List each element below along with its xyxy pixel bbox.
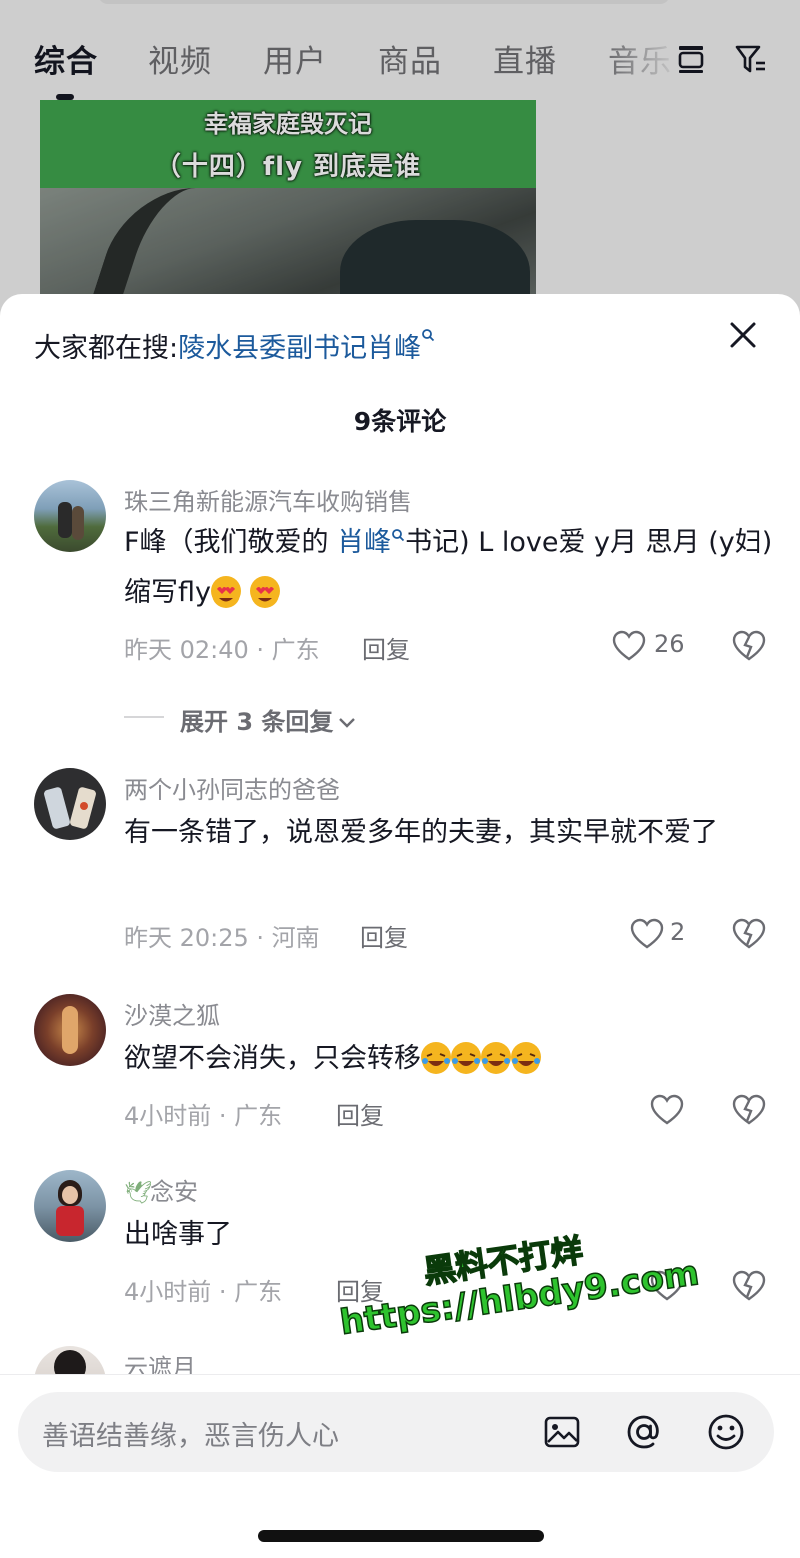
comment-time-location: 4小时前 · 广东	[124, 1102, 283, 1130]
hot-search-bar[interactable]: 大家都在搜:陵水县委副书记肖峰	[34, 326, 435, 365]
comment-text-part: 欲望不会消失，只会转移	[124, 1043, 421, 1074]
comment-text: F峰（我们敬爱的 肖峰 书记) L love爱 y月 思月 (y妇) 缩写fly	[124, 518, 774, 618]
comment-time-location: 昨天 20:25 · 河南	[124, 924, 320, 952]
reply-button[interactable]: 回复	[336, 1096, 384, 1131]
expand-label-text: 展开 3 条回复	[180, 708, 334, 736]
heart-icon[interactable]	[612, 630, 646, 662]
like-count: 2	[670, 918, 686, 946]
avatar[interactable]	[34, 994, 106, 1066]
broken-heart-icon[interactable]	[732, 630, 766, 662]
hot-search-prefix: 大家都在搜:	[34, 333, 179, 364]
heart-icon[interactable]	[650, 1094, 684, 1126]
broken-heart-icon[interactable]	[732, 1094, 766, 1126]
reply-button[interactable]: 回复	[360, 918, 408, 953]
comment-username[interactable]: 🕊念安	[124, 1172, 198, 1207]
dove-icon: 🕊	[124, 1181, 152, 1206]
comment-input[interactable]: 善语结善缘，恶言伤人心	[18, 1392, 774, 1472]
divider	[124, 716, 164, 718]
broken-heart-icon[interactable]	[732, 918, 766, 950]
comment-sheet: 大家都在搜:陵水县委副书记肖峰 9条评论 珠三角新能源汽车收购销售 F峰（我们敬…	[0, 294, 800, 1558]
comment-text: 欲望不会消失，只会转移	[124, 1034, 774, 1084]
emoji-icon[interactable]	[706, 1412, 746, 1452]
heart-icon[interactable]	[630, 918, 664, 950]
laugh-cry-emoji-icon	[511, 1041, 541, 1074]
laugh-cry-emoji-icon	[481, 1041, 511, 1074]
avatar[interactable]	[34, 768, 106, 840]
reply-button[interactable]: 回复	[362, 630, 410, 665]
hot-search-term[interactable]: 陵水县委副书记肖峰	[178, 333, 421, 364]
comment-search-link[interactable]: 肖峰	[337, 527, 391, 558]
expand-replies-label: 展开 3 条回复	[180, 702, 357, 737]
comment-count: 9条评论	[353, 407, 447, 436]
close-icon[interactable]	[726, 318, 760, 352]
at-icon[interactable]	[624, 1412, 664, 1452]
comment-username[interactable]: 珠三角新能源汽车收购销售	[124, 482, 412, 517]
heart-eyes-emoji-icon	[249, 575, 280, 608]
comment-time-location: 昨天 02:40 · 广东	[124, 636, 320, 664]
modal-overlay[interactable]	[0, 0, 800, 330]
comment-username[interactable]: 两个小孙同志的爸爸	[124, 770, 340, 805]
chevron-down-icon	[339, 718, 356, 728]
comment-text: 有一条错了，说恩爱多年的夫妻，其实早就不爱了	[124, 817, 718, 848]
divider	[0, 1374, 800, 1375]
broken-heart-icon[interactable]	[732, 1270, 766, 1302]
laugh-cry-emoji-icon	[451, 1041, 481, 1074]
home-indicator[interactable]	[258, 1530, 544, 1542]
comment-text-part: F峰（我们敬爱的	[124, 527, 338, 558]
avatar[interactable]	[34, 1170, 106, 1242]
laugh-cry-emoji-icon	[421, 1041, 451, 1074]
search-icon	[422, 329, 435, 342]
comment-input-placeholder: 善语结善缘，恶言伤人心	[42, 1421, 339, 1452]
heart-eyes-emoji-icon	[211, 575, 241, 608]
avatar[interactable]	[34, 480, 106, 552]
like-count: 26	[654, 630, 685, 658]
comment-username[interactable]: 沙漠之狐	[124, 996, 220, 1031]
username-text: 念安	[150, 1178, 198, 1206]
image-icon[interactable]	[542, 1412, 582, 1452]
search-icon	[392, 529, 405, 542]
comment-time-location: 4小时前 · 广东	[124, 1278, 283, 1306]
